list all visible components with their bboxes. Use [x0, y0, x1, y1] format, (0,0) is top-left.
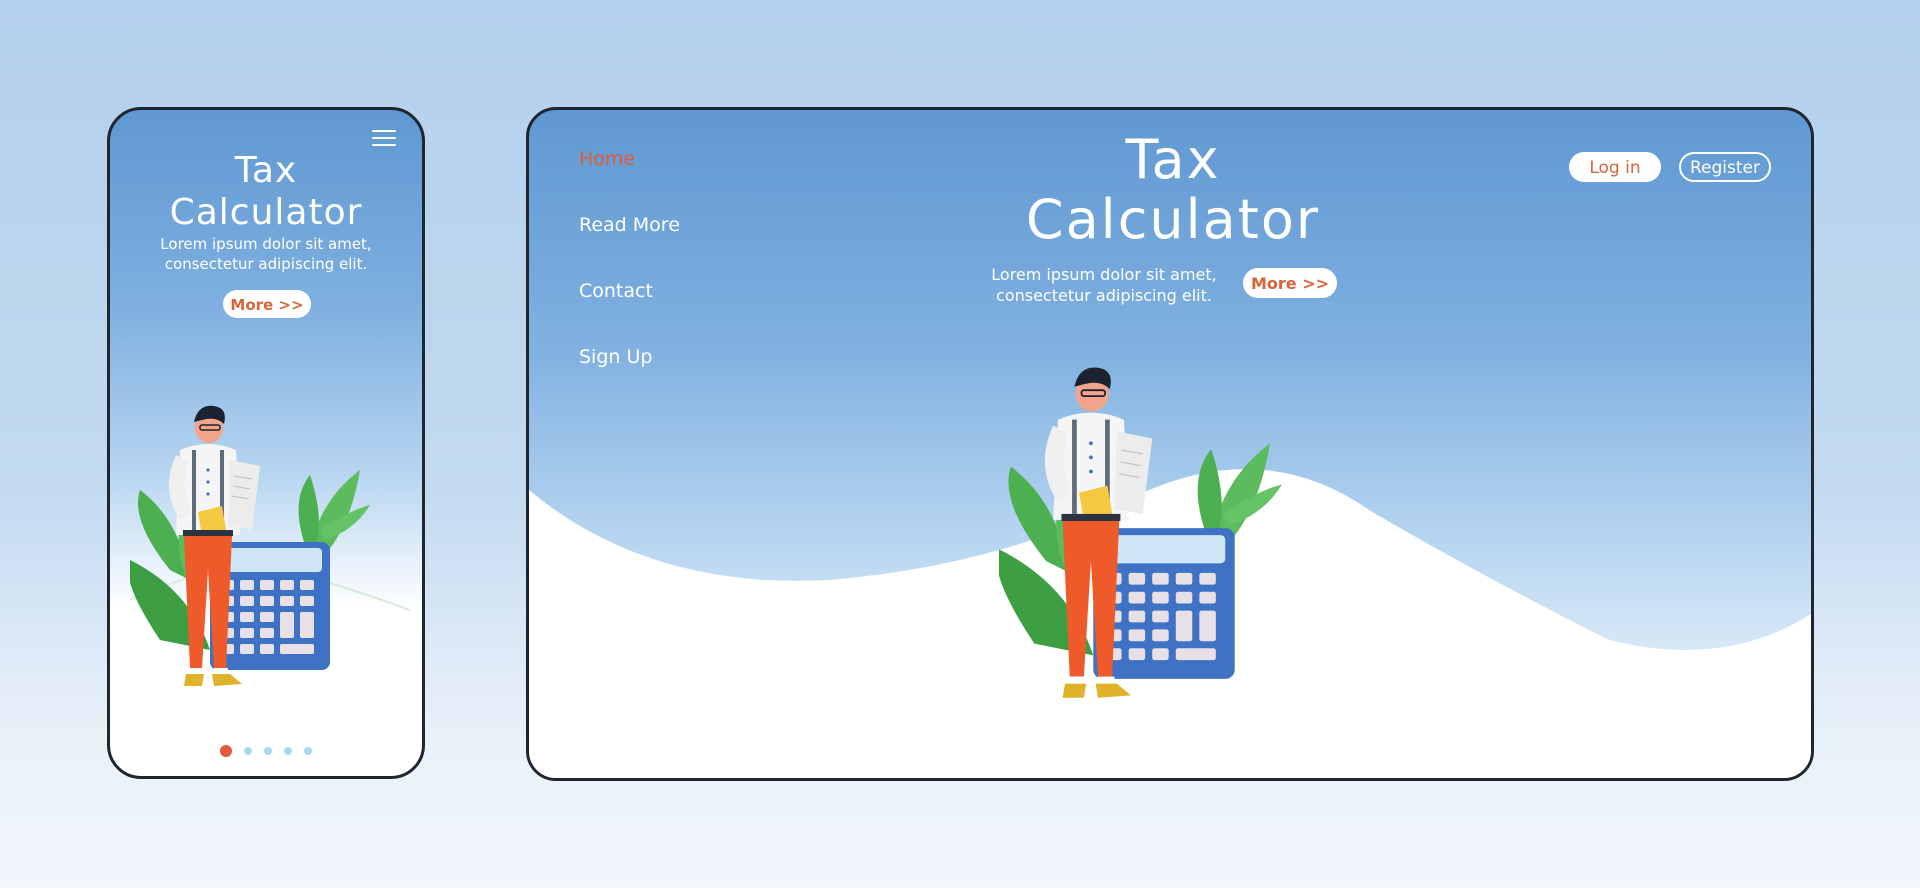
desktop-subtitle-line1: Lorem ipsum dolor sit amet,: [991, 265, 1217, 284]
pagination-dot-2[interactable]: [244, 746, 252, 755]
pagination-dot-5[interactable]: [304, 746, 312, 755]
accountant-calculator-illustration: [130, 405, 410, 686]
desktop-screen: Home Read More Contact Sign Up Tax Calcu…: [526, 107, 1814, 781]
mobile-subtitle-line2: consectetur adipiscing elit.: [164, 255, 368, 273]
pagination-dot-4[interactable]: [284, 746, 292, 755]
mobile-screen: Tax Calculator Lorem ipsum dolor sit ame…: [107, 107, 425, 779]
register-button[interactable]: Register: [1679, 152, 1771, 182]
mobile-subtitle: Lorem ipsum dolor sit amet, consectetur …: [140, 234, 392, 274]
mobile-page-title: Tax Calculator: [110, 150, 422, 234]
login-button[interactable]: Log in: [1569, 152, 1661, 182]
mobile-subtitle-line1: Lorem ipsum dolor sit amet,: [160, 235, 372, 253]
pagination-dots: [110, 740, 422, 759]
desktop-subtitle: Lorem ipsum dolor sit amet, consectetur …: [989, 264, 1219, 306]
hamburger-menu-icon[interactable]: [372, 130, 396, 151]
mobile-title-line1: Tax: [234, 150, 298, 191]
desktop-more-button[interactable]: More >>: [1243, 268, 1337, 298]
desktop-title-line2: Calculator: [1025, 188, 1321, 251]
pagination-dot-3[interactable]: [264, 746, 272, 755]
nav-sign-up[interactable]: Sign Up: [579, 346, 680, 412]
mobile-title-line2: Calculator: [169, 192, 363, 233]
desktop-page-title: Tax Calculator: [529, 130, 1811, 251]
desktop-subtitle-line2: consectetur adipiscing elit.: [996, 286, 1212, 305]
nav-contact[interactable]: Contact: [579, 280, 680, 346]
accountant-calculator-illustration-desktop: [999, 367, 1282, 698]
mobile-more-button[interactable]: More >>: [223, 290, 311, 318]
pagination-dot-1[interactable]: [220, 744, 232, 757]
